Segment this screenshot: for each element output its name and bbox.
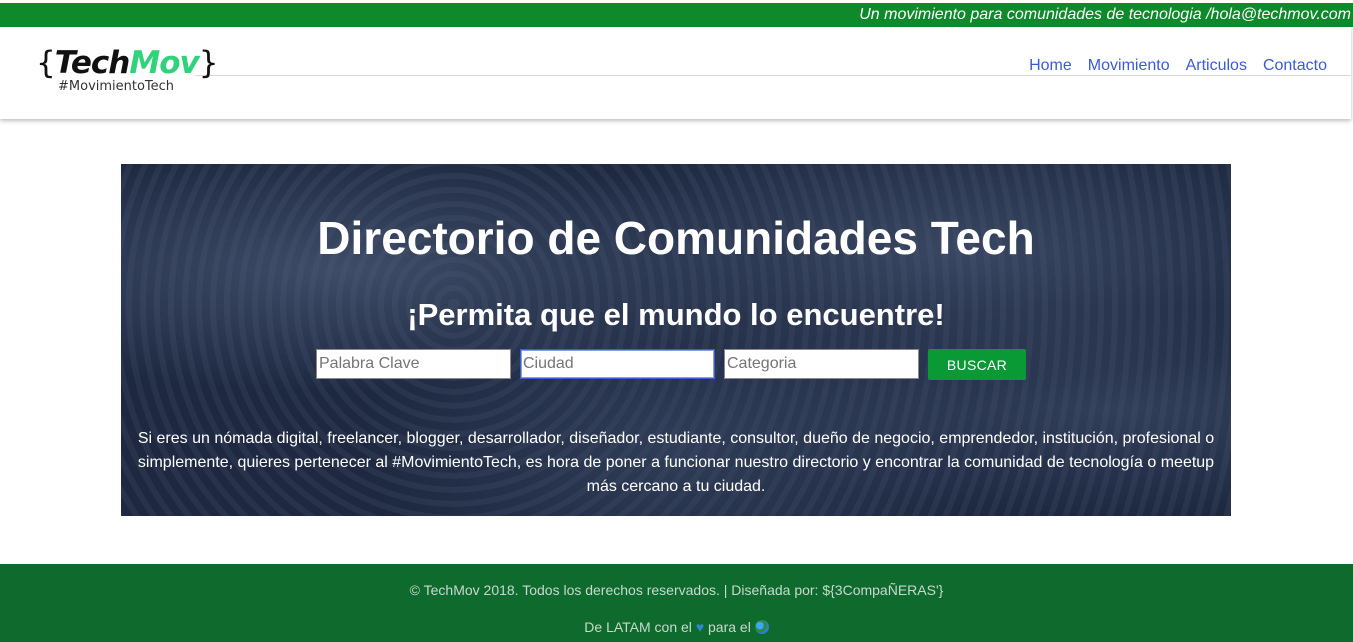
footer-latam-prefix: De LATAM con el (584, 619, 692, 635)
search-button[interactable]: BUSCAR (928, 349, 1026, 380)
techmov-logo[interactable]: {TechMov} #MovimientoTech (36, 45, 218, 97)
logo-brace-close: } (198, 45, 219, 81)
tagline-bar: Un movimiento para comunidades de tecnol… (0, 3, 1353, 27)
globe-americas-icon (754, 620, 769, 634)
city-input[interactable] (520, 349, 715, 379)
footer: © TechMov 2018. Todos los derechos reser… (0, 564, 1353, 642)
hero-description: Si eres un nómada digital, freelancer, b… (137, 430, 1215, 495)
footer-latam-middle: para el (708, 619, 751, 635)
logo-brace-open: { (36, 45, 56, 81)
logo-mov: Mov (129, 45, 199, 81)
main-menu: Home Movimiento Articulos Contacto (1029, 56, 1327, 76)
nav-link-contacto[interactable]: Contacto (1263, 56, 1327, 76)
nav-link-articulos[interactable]: Articulos (1186, 56, 1247, 76)
footer-copyright: © TechMov 2018. Todos los derechos reser… (409, 582, 944, 598)
nav-link-movimiento[interactable]: Movimiento (1088, 56, 1170, 76)
tagline-text: Un movimiento para comunidades de tecnol… (859, 6, 1351, 23)
blue-heart-icon: ♥ (695, 619, 705, 635)
hero-banner: Directorio de Comunidades Tech ¡Permita … (121, 164, 1231, 516)
hero-title: Directorio de Comunidades Tech (317, 212, 1035, 264)
hero-subtitle: ¡Permita que el mundo lo encuentre! (407, 297, 945, 332)
navbar: {TechMov} #MovimientoTech Home Movimient… (0, 27, 1351, 119)
nav-link-home[interactable]: Home (1029, 56, 1072, 76)
logo-tech: Tech (54, 45, 131, 81)
footer-latam-line: De LATAM con el ♥ para el (0, 619, 1353, 635)
logo-wordmark: {TechMov} (36, 45, 219, 81)
logo-hashtag: #MovimientoTech (58, 79, 175, 94)
category-input[interactable] (724, 349, 919, 379)
keyword-input[interactable] (316, 349, 511, 379)
